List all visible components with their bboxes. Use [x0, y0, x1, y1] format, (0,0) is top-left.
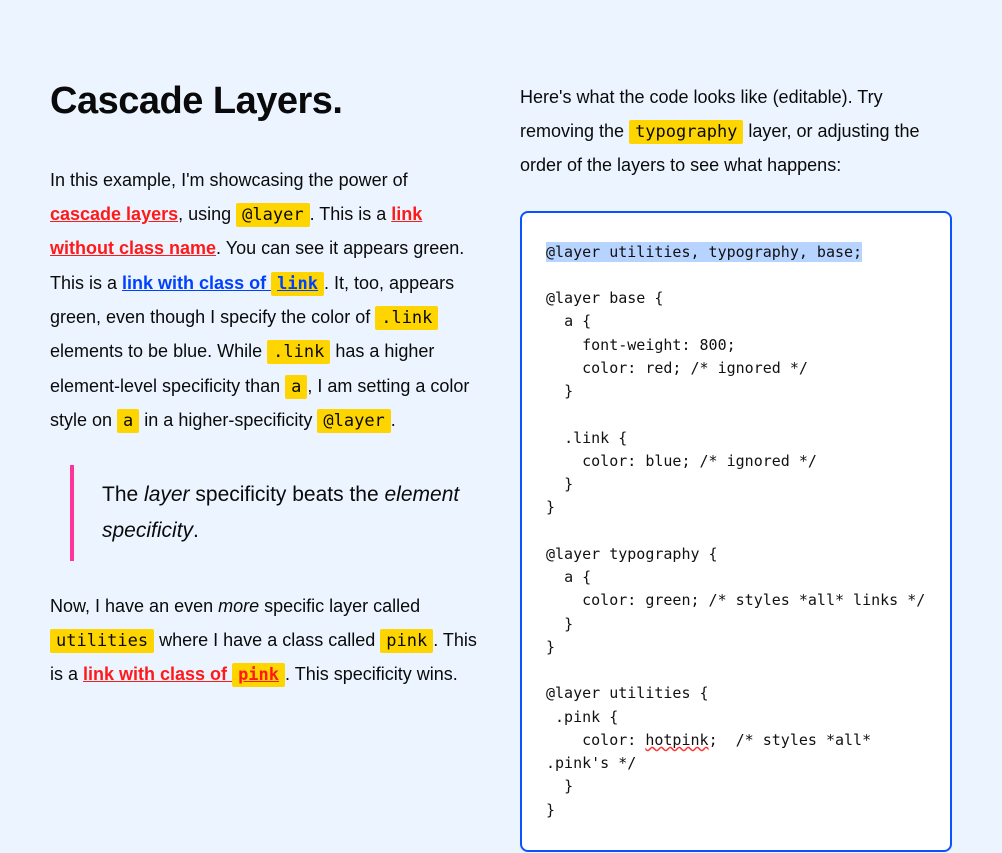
text: Now, I have an even [50, 596, 218, 616]
left-column: Cascade Layers. In this example, I'm sho… [50, 50, 480, 715]
page-title: Cascade Layers. [50, 80, 480, 123]
code-line: .pink { [546, 708, 618, 726]
code-line: } [546, 382, 573, 400]
link-cascade-layers[interactable]: cascade layers [50, 204, 178, 224]
code-line: } [546, 498, 555, 516]
code-line: font-weight: 800; [546, 336, 736, 354]
code-line: color: red; /* ignored */ [546, 359, 808, 377]
right-column: Here's what the code looks like (editabl… [520, 50, 952, 852]
code-editor[interactable]: @layer utilities, typography, base; @lay… [520, 211, 952, 852]
text: . This specificity wins. [285, 664, 458, 684]
code-line: } [546, 475, 573, 493]
text: . [193, 519, 199, 542]
code-line: color: green; /* styles *all* links */ [546, 591, 925, 609]
code-dot-link: .link [267, 340, 330, 364]
code-line: @layer base { [546, 289, 663, 307]
code-line: a { [546, 312, 591, 330]
text: in a higher-specificity [139, 410, 317, 430]
spellcheck-error: hotpink [645, 731, 708, 749]
text: specific layer called [259, 596, 420, 616]
text: where I have a class called [154, 630, 380, 650]
text: , using [178, 204, 236, 224]
code-line: } [546, 801, 555, 819]
link-with-class-pink[interactable]: link with class of pink [83, 664, 285, 684]
code-line: } [546, 777, 573, 795]
code-content[interactable]: @layer utilities, typography, base; @lay… [546, 241, 926, 822]
code-line: } [546, 638, 555, 656]
code-dot-link: .link [375, 306, 438, 330]
code-utilities: utilities [50, 629, 154, 653]
text: . This is a [310, 204, 392, 224]
text: elements to be blue. While [50, 341, 267, 361]
code-a: a [285, 375, 307, 399]
text: . [391, 410, 396, 430]
emphasis: more [218, 596, 259, 616]
paragraph-2: Now, I have an even more specific layer … [50, 589, 480, 692]
code-intro: Here's what the code looks like (editabl… [520, 80, 952, 183]
code-typography: typography [629, 120, 743, 144]
text: specificity beats the [190, 483, 385, 506]
code-pink: pink [380, 629, 433, 653]
code-line: } [546, 615, 573, 633]
code-line: @layer utilities { [546, 684, 709, 702]
text: The [102, 483, 144, 506]
code-line: @layer typography { [546, 545, 718, 563]
text: In this example, I'm showcasing the powe… [50, 170, 408, 190]
code-layer: @layer [236, 203, 309, 227]
code-layer: @layer [317, 409, 390, 433]
layout-columns: Cascade Layers. In this example, I'm sho… [50, 50, 952, 852]
code-a: a [117, 409, 139, 433]
code-line: color: hotpink; /* styles *all* .pink's … [546, 731, 880, 772]
paragraph-1: In this example, I'm showcasing the powe… [50, 163, 480, 437]
selected-line: @layer utilities, typography, base; [546, 242, 862, 262]
code-line: a { [546, 568, 591, 586]
code-line: .link { [546, 429, 627, 447]
emphasis: layer [144, 483, 190, 506]
code-line: color: blue; /* ignored */ [546, 452, 817, 470]
link-with-class-link[interactable]: link with class of link [122, 273, 324, 293]
blockquote: The layer specificity beats the element … [70, 465, 480, 560]
